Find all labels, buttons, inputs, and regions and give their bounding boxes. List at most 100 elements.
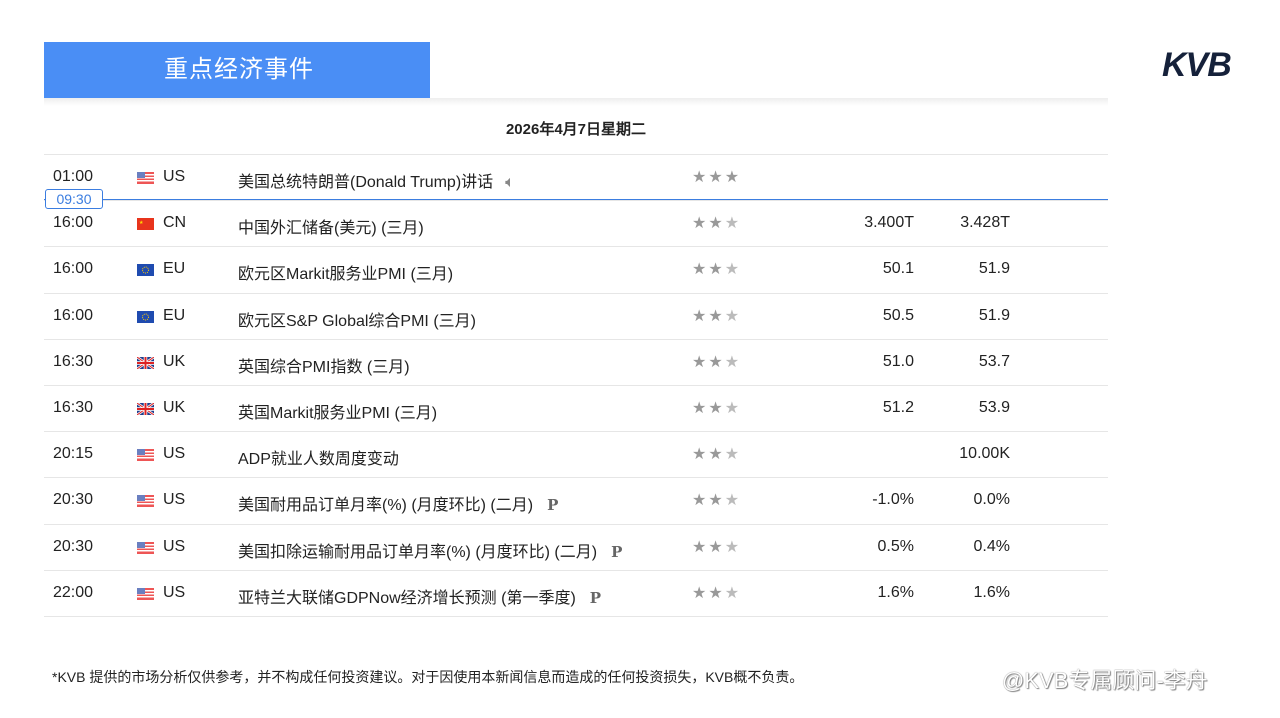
- actual-value: 10.00K: [959, 445, 1010, 463]
- event-row[interactable]: 16:30 UK 英国综合PMI指数 (三月) ★★★ 51.0 53.7: [44, 340, 1108, 386]
- event-row[interactable]: 16:00 ★ CN 中国外汇储备(美元) (三月) ★★★ 3.400T 3.…: [44, 201, 1108, 248]
- event-name: 英国综合PMI指数 (三月): [238, 358, 410, 376]
- speaker-icon[interactable]: 🔈︎: [505, 174, 515, 191]
- event-time: 16:00: [53, 214, 94, 232]
- actual-value: 3.428T: [960, 214, 1010, 232]
- event-time: 20:30: [53, 537, 94, 555]
- flag-uk-icon: [136, 355, 155, 370]
- importance-stars-icon: ★★★: [692, 261, 742, 279]
- event-name: 英国Markit服务业PMI (三月): [238, 404, 438, 422]
- event-name-cell: 英国Markit服务业PMI (三月): [238, 399, 437, 423]
- event-row[interactable]: 20:30 US 美国耐用品订单月率(%) (月度环比) (二月) P ★★★ -…: [44, 478, 1108, 525]
- event-time: 16:30: [53, 398, 94, 416]
- importance-stars-icon: ★★★: [692, 169, 742, 186]
- event-name-cell: 美国扣除运输耐用品订单月率(%) (月度环比) (二月) P: [238, 538, 622, 562]
- event-name: 美国扣除运输耐用品订单月率(%) (月度环比) (二月): [238, 543, 598, 561]
- previous-value: 50.5: [882, 306, 914, 324]
- event-name: 亚特兰大联储GDPNow经济增长预测 (第一季度): [238, 589, 576, 607]
- event-time: 01:00: [53, 168, 94, 185]
- event-time: 20:15: [53, 445, 94, 463]
- country-code: UK: [163, 398, 186, 416]
- importance-stars-icon: ★★★: [692, 492, 742, 510]
- date-header: 2026年4月7日星期二: [44, 106, 1108, 155]
- flag-uk-icon: [136, 401, 155, 416]
- importance-stars-icon: ★★★: [692, 538, 742, 556]
- section-title-banner: 重点经济事件: [44, 42, 430, 98]
- event-name-cell: 英国综合PMI指数 (三月): [238, 353, 410, 377]
- previous-value: 51.2: [882, 398, 914, 416]
- importance-stars-icon: ★★★: [692, 215, 742, 233]
- previous-value: 51.0: [882, 352, 914, 370]
- event-row[interactable]: 16:30 UK 英国Markit服务业PMI (三月) ★★★ 51.2 53…: [44, 386, 1108, 433]
- event-name: ADP就业人数周度变动: [238, 451, 399, 469]
- country-code: US: [163, 491, 186, 509]
- event-row[interactable]: 16:00 EU 欧元区Markit服务业PMI (三月) ★★★ 50.1 5…: [44, 247, 1108, 294]
- previous-value: -1.0%: [872, 491, 914, 509]
- flag-eu-icon: [137, 263, 154, 277]
- svg-text:★: ★: [139, 220, 144, 226]
- event-row[interactable]: 16:00 EU 欧元区S&P Global综合PMI (三月) ★★★ 50.…: [44, 294, 1108, 340]
- event-name-cell: 欧元区Markit服务业PMI (三月): [238, 260, 453, 284]
- event-row[interactable]: 20:15 US ADP就业人数周度变动 ★★★ 10.00K: [44, 432, 1108, 479]
- divider: [44, 98, 1108, 106]
- disclaimer: *KVB 提供的市场分析仅供参考，并不构成任何投资建议。对于因使用本新闻信息而造…: [52, 669, 804, 685]
- event-name: 欧元区Markit服务业PMI (三月): [238, 266, 454, 284]
- country-code: EU: [163, 306, 186, 324]
- actual-value: 0.0%: [973, 491, 1010, 509]
- country-code: US: [163, 537, 186, 555]
- kvb-logo: KVB: [1162, 46, 1232, 84]
- actual-value: 51.9: [978, 260, 1010, 278]
- previous-value: 50.1: [882, 260, 914, 278]
- event-name-cell: 中国外汇储备(美元) (三月): [238, 214, 424, 238]
- country-code: CN: [163, 214, 187, 232]
- previous-value: 0.5%: [877, 537, 914, 555]
- flag-cn-icon: ★: [137, 217, 154, 231]
- event-name-cell: 欧元区S&P Global综合PMI (三月): [238, 307, 476, 331]
- country-code: EU: [163, 260, 186, 278]
- event-name: 中国外汇储备(美元) (三月): [238, 220, 424, 238]
- flag-eu-icon: [137, 310, 154, 323]
- preliminary-badge: P: [547, 496, 559, 515]
- event-row[interactable]: 20:30 US 美国扣除运输耐用品订单月率(%) (月度环比) (二月) P ★…: [44, 525, 1108, 571]
- importance-stars-icon: ★★★: [692, 353, 742, 371]
- event-name-cell: 美国总统特朗普(Donald Trump)讲话 🔈︎: [238, 168, 515, 192]
- actual-value: 53.7: [978, 352, 1010, 370]
- country-code: US: [163, 168, 186, 185]
- events-table: 01:00 US 美国总统特朗普(Donald Trump)讲话 🔈︎ ★★★ 1…: [44, 155, 1108, 617]
- event-name: 欧元区S&P Global综合PMI (三月): [238, 312, 476, 330]
- event-time: 20:30: [53, 491, 94, 509]
- flag-us-icon: [137, 448, 154, 462]
- flag-us-icon: [137, 494, 154, 508]
- event-name-cell: 美国耐用品订单月率(%) (月度环比) (二月) P: [238, 491, 558, 515]
- actual-value: 1.6%: [973, 583, 1010, 601]
- current-time-line: [44, 199, 1108, 200]
- watermark: @KVB专属顾问-李舟: [1002, 668, 1208, 693]
- flag-us-icon: [137, 171, 154, 184]
- flag-us-icon: [137, 587, 154, 600]
- event-name-cell: 亚特兰大联储GDPNow经济增长预测 (第一季度) P: [238, 584, 601, 608]
- current-time-label: 09:30: [45, 189, 103, 209]
- actual-value: 53.9: [978, 398, 1010, 416]
- event-row[interactable]: 22:00 US 亚特兰大联储GDPNow经济增长预测 (第一季度) P ★★★ …: [44, 571, 1108, 617]
- importance-stars-icon: ★★★: [692, 399, 742, 417]
- preliminary-badge: P: [589, 588, 602, 607]
- actual-value: 0.4%: [973, 537, 1010, 555]
- country-code: US: [163, 445, 186, 463]
- event-name: 美国耐用品订单月率(%) (月度环比) (二月): [238, 497, 534, 515]
- event-name-cell: ADP就业人数周度变动: [238, 445, 399, 469]
- importance-stars-icon: ★★★: [692, 584, 742, 602]
- event-row[interactable]: 01:00 US 美国总统特朗普(Donald Trump)讲话 🔈︎ ★★★: [44, 155, 1108, 202]
- actual-value: 51.9: [978, 306, 1010, 324]
- previous-value: 1.6%: [877, 583, 914, 601]
- importance-stars-icon: ★★★: [692, 307, 742, 325]
- country-code: US: [163, 583, 186, 601]
- event-time: 22:00: [53, 583, 94, 601]
- event-time: 16:30: [53, 352, 94, 370]
- country-code: UK: [163, 352, 186, 370]
- event-time: 16:00: [53, 306, 94, 324]
- flag-us-icon: [137, 541, 154, 554]
- event-name: 美国总统特朗普(Donald Trump)讲话: [238, 174, 494, 191]
- event-time: 16:00: [53, 260, 94, 278]
- previous-value: 3.400T: [864, 214, 914, 232]
- preliminary-badge: P: [611, 542, 623, 561]
